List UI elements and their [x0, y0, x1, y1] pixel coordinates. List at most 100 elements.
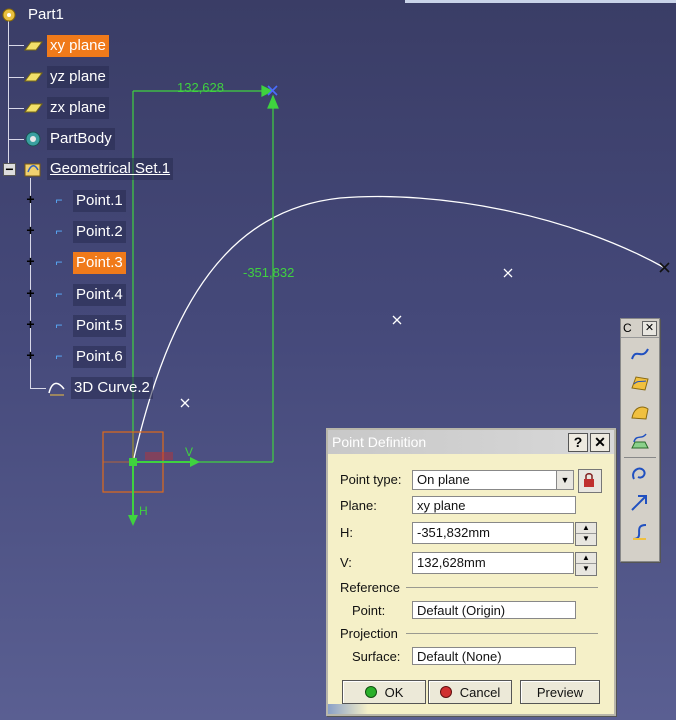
cancel-button[interactable]: Cancel	[428, 680, 512, 704]
ref-point-value: Default (Origin)	[417, 603, 506, 618]
cancel-icon	[439, 686, 452, 698]
expand-toggle[interactable]: +	[25, 254, 36, 268]
point-type-select[interactable]: On plane	[412, 470, 574, 490]
dialog-title-bar[interactable]: Point Definition ? ✕	[328, 430, 614, 454]
tree-item-point[interactable]: ⌐ Point.6	[48, 345, 126, 369]
tree-item-label: Point.2	[73, 221, 126, 243]
preview-button[interactable]: Preview	[520, 680, 600, 704]
tree-root[interactable]: Part1	[0, 3, 67, 27]
point-definition-dialog[interactable]: Point Definition ? ✕ Point type: On plan…	[326, 428, 616, 716]
expand-toggle[interactable]: +	[25, 348, 36, 362]
toolbar-close-button[interactable]: ✕	[642, 320, 657, 336]
styling-curve-tool-button[interactable]	[625, 519, 655, 545]
point-icon: ⌐	[55, 287, 63, 301]
surface-value: Default (None)	[417, 649, 502, 664]
gear-body-icon	[25, 131, 41, 147]
styling-curve-icon	[632, 524, 647, 540]
tree-item-label: Point.6	[73, 346, 126, 368]
curve-on-surface-icon	[631, 433, 649, 449]
preview-label: Preview	[536, 684, 584, 700]
point-type-label: Point type:	[340, 472, 402, 487]
tree-item-zx-plane[interactable]: zx plane	[22, 96, 109, 120]
point-type-value: On plane	[417, 472, 470, 487]
blend-surface-icon	[631, 406, 649, 420]
part-gear-icon	[2, 8, 16, 22]
ref-point-field[interactable]: Default (Origin)	[412, 601, 576, 619]
tree-item-label: 3D Curve.2	[71, 377, 153, 399]
tree-item-point[interactable]: ⌐ Point.1	[48, 189, 126, 213]
tree-item-point[interactable]: ⌐ Point.2	[48, 220, 126, 244]
expand-toggle[interactable]: +	[25, 192, 36, 206]
dialog-corner-decoration	[328, 704, 368, 714]
surface-label: Surface:	[352, 649, 401, 664]
projection-section-label: Projection	[340, 626, 398, 641]
blend-curve-icon	[631, 495, 647, 511]
expand-toggle[interactable]: +	[25, 223, 36, 237]
blend-surface-tool-button[interactable]	[625, 399, 655, 425]
h-input[interactable]: -351,832mm	[412, 522, 574, 544]
surface-field[interactable]: Default (None)	[412, 647, 576, 665]
curves-toolbar[interactable]: C ✕	[620, 318, 660, 562]
tree-item-curve[interactable]: 3D Curve.2	[46, 376, 153, 400]
cancel-label: Cancel	[459, 684, 501, 700]
geometrical-set-icon	[24, 163, 41, 177]
plane-icon	[24, 72, 43, 82]
blend-curve-tool-button[interactable]	[625, 490, 655, 516]
connect-curve-icon	[632, 467, 646, 480]
v-label: V:	[340, 555, 352, 570]
tree-item-point[interactable]: ⌐ Point.3	[48, 251, 126, 275]
tree-item-point[interactable]: ⌐ Point.4	[48, 283, 126, 307]
tree-item-label: Point.1	[73, 190, 126, 212]
tree-item-partbody[interactable]: PartBody	[22, 127, 115, 151]
point-icon: ⌐	[55, 349, 63, 363]
tree-item-label: Geometrical Set.1	[47, 158, 174, 180]
lock-button[interactable]	[578, 469, 602, 493]
tree-item-label: Point.4	[73, 284, 126, 306]
surface-icon	[631, 376, 649, 391]
ok-icon	[364, 686, 377, 698]
tree-root-label: Part1	[28, 6, 64, 23]
point-marker	[392, 315, 402, 325]
dropdown-arrow-icon[interactable]: ▼	[556, 471, 573, 489]
tree-item-label: Point.5	[73, 315, 126, 337]
spin-up-icon: ▲	[576, 523, 596, 534]
curve-icon	[48, 382, 65, 396]
collapse-toggle[interactable]: −	[3, 162, 16, 176]
toolbar-title: C	[623, 321, 632, 335]
tree-item-label: xy plane	[47, 35, 109, 57]
point-icon: ⌐	[55, 318, 63, 332]
h-spinner[interactable]: ▲ ▼	[575, 522, 597, 546]
ok-button[interactable]: OK	[342, 680, 426, 704]
point-icon: ⌐	[55, 224, 63, 238]
tree-item-xy-plane[interactable]: xy plane	[22, 34, 109, 58]
v-spinner[interactable]: ▲ ▼	[575, 552, 597, 576]
tree-item-geometrical-set[interactable]: Geometrical Set.1	[22, 157, 174, 181]
connect-curve-tool-button[interactable]	[625, 461, 655, 487]
point-icon: ⌐	[55, 193, 63, 207]
tree-item-yz-plane[interactable]: yz plane	[22, 65, 109, 89]
specification-tree: Part1 xy plane yz plane zx plane PartBod…	[0, 0, 330, 410]
close-button[interactable]: ✕	[590, 433, 610, 452]
tree-item-label: zx plane	[47, 97, 109, 119]
curve-on-surface-tool-button[interactable]	[625, 428, 655, 454]
v-input[interactable]: 132,628mm	[412, 552, 574, 574]
reference-section-label: Reference	[340, 580, 400, 595]
tree-item-point[interactable]: ⌐ Point.5	[48, 314, 126, 338]
spin-up-icon: ▲	[576, 553, 596, 564]
surface-tool-button[interactable]	[625, 370, 655, 396]
tree-item-label: PartBody	[47, 128, 115, 150]
point-icon: ⌐	[55, 255, 63, 269]
spline-tool-button[interactable]	[625, 341, 655, 367]
plane-field[interactable]: xy plane	[412, 496, 576, 514]
spline-icon	[631, 348, 649, 360]
axis-h-label: H	[139, 504, 148, 518]
spin-down-icon: ▼	[582, 564, 590, 573]
help-button[interactable]: ?	[568, 433, 588, 452]
point-marker	[503, 268, 513, 278]
ok-label: OK	[384, 684, 404, 700]
dialog-title: Point Definition	[332, 434, 427, 450]
tree-item-label: yz plane	[47, 66, 109, 88]
plane-label: Plane:	[340, 498, 377, 513]
expand-toggle[interactable]: +	[25, 317, 36, 331]
expand-toggle[interactable]: +	[25, 286, 36, 300]
